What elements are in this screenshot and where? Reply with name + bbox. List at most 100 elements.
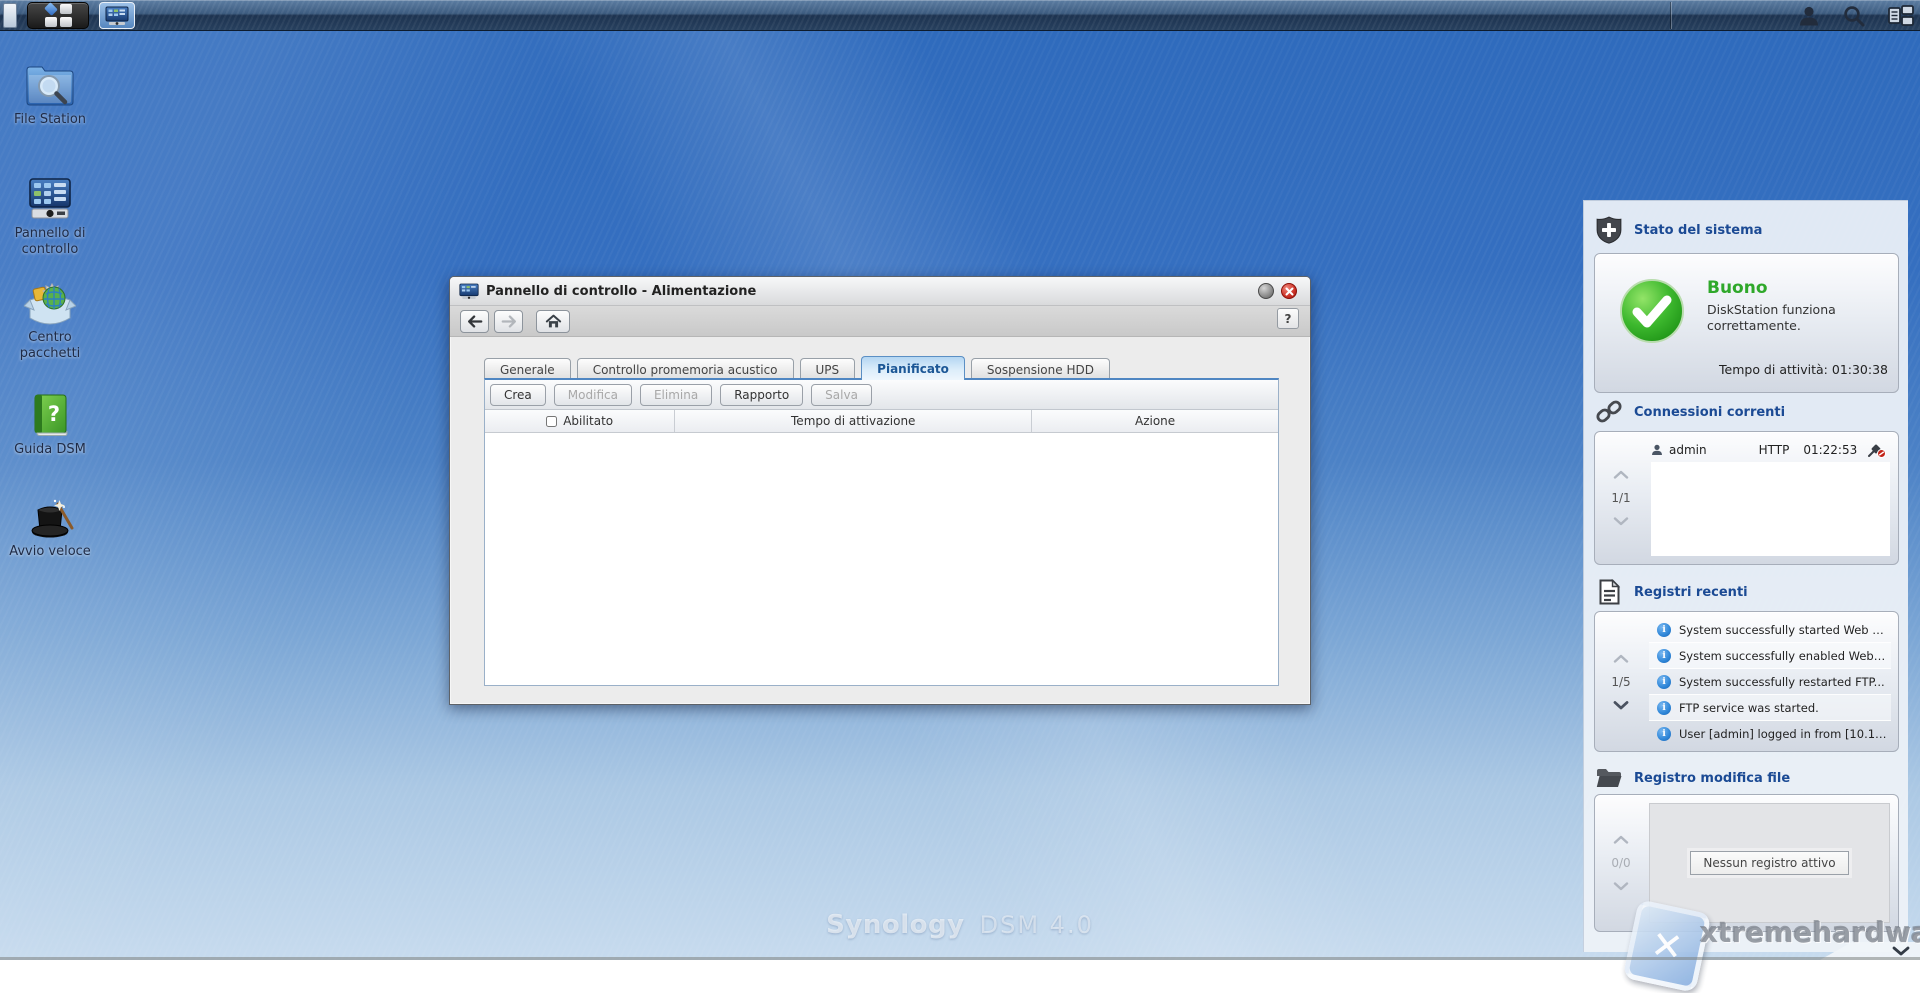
control-panel-window: Pannello di controllo - Alimentazione ? … xyxy=(449,276,1311,705)
dsm-help-icon: ? xyxy=(24,392,76,438)
home-icon xyxy=(545,314,562,329)
desktop-icon-dsm-help[interactable]: ? Guida DSM xyxy=(2,392,98,458)
page-down-icon[interactable] xyxy=(1613,701,1629,710)
tab-controllo-promemoria-acustico[interactable]: Controllo promemoria acustico xyxy=(577,358,794,380)
log-row: i System successfully started Web St... xyxy=(1649,617,1891,643)
page-up-icon[interactable] xyxy=(1613,835,1629,844)
window-nav-bar xyxy=(450,306,1310,337)
desktop-icon-label: File Station xyxy=(14,112,86,128)
log-row: i System successfully restarted FTP... xyxy=(1649,669,1891,695)
page-down-icon[interactable] xyxy=(1613,517,1629,526)
health-description: DiskStation funziona correttamente. xyxy=(1707,302,1877,335)
info-icon: i xyxy=(1657,701,1671,715)
forward-arrow-icon xyxy=(501,315,517,328)
page-up-icon[interactable] xyxy=(1613,654,1629,663)
forward-button[interactable] xyxy=(494,310,523,333)
schedule-toolbar: Crea Modifica Elimina Rapporto Salva xyxy=(485,380,1278,410)
uptime-text: Tempo di attività: 01:30:38 xyxy=(1719,362,1888,377)
table-header: Abilitato Tempo di attivazione Azione xyxy=(485,410,1278,433)
desktop-icon-label: Centro pacchetti xyxy=(2,330,98,362)
log-row: i System successfully enabled WebD... xyxy=(1649,643,1891,669)
watermark-text: xtremehardware.com xyxy=(1700,916,1920,949)
section-title: Registri recenti xyxy=(1634,585,1748,600)
report-button[interactable]: Rapporto xyxy=(720,384,803,406)
page-down-icon[interactable] xyxy=(1613,882,1629,891)
column-header-tempo-di-attivazione[interactable]: Tempo di attivazione xyxy=(675,410,1032,432)
save-button[interactable]: Salva xyxy=(811,384,872,406)
health-status: Buono xyxy=(1707,278,1877,298)
pilot-view-icon[interactable] xyxy=(1888,5,1914,27)
system-health-box: Buono DiskStation funziona correttamente… xyxy=(1594,253,1899,393)
info-icon: i xyxy=(1657,623,1671,637)
column-header-abilitato[interactable]: Abilitato xyxy=(485,410,675,432)
close-icon xyxy=(1285,287,1294,296)
select-all-checkbox[interactable] xyxy=(546,416,557,427)
window-titlebar[interactable]: Pannello di controllo - Alimentazione xyxy=(450,277,1310,306)
help-button[interactable]: ? xyxy=(1277,308,1299,329)
create-button[interactable]: Crea xyxy=(490,384,546,406)
file-change-log-header: Registro modifica file xyxy=(1584,763,1908,793)
page-count: 1/5 xyxy=(1611,675,1630,689)
system-health-header: Stato del sistema xyxy=(1584,215,1908,245)
recent-logs-list: i System successfully started Web St... … xyxy=(1649,617,1891,746)
no-active-log-label: Nessun registro attivo xyxy=(1690,851,1848,875)
user-small-icon xyxy=(1651,444,1663,456)
desktop-icon-file-station[interactable]: File Station xyxy=(2,62,98,128)
desktop-icon-label: Pannello di controllo xyxy=(2,226,98,258)
info-icon: i xyxy=(1657,649,1671,663)
desktop-icon-quick-start[interactable]: Avvio veloce xyxy=(2,494,98,560)
chain-link-icon xyxy=(1596,399,1622,425)
delete-button[interactable]: Elimina xyxy=(640,384,712,406)
dsm-wordmark: Synology DSM 4.0 xyxy=(826,910,1094,940)
taskbar xyxy=(0,0,1920,31)
show-desktop-button[interactable] xyxy=(3,3,17,28)
status-ok-icon xyxy=(1619,278,1685,344)
connections-box: 1/1 admin HTTP 01:22:53 xyxy=(1594,431,1899,565)
watermark-logo: ✕ xyxy=(1622,899,1711,993)
connection-user: admin xyxy=(1669,443,1707,457)
control-panel-icon xyxy=(24,176,76,222)
connection-time: 01:22:53 xyxy=(1803,443,1857,457)
search-icon[interactable] xyxy=(1842,4,1866,28)
health-shield-icon xyxy=(1596,216,1622,244)
product-version: DSM 4.0 xyxy=(980,911,1094,939)
connections-list: admin HTTP 01:22:53 xyxy=(1651,438,1890,556)
tab-ups[interactable]: UPS xyxy=(800,358,856,380)
section-title: Stato del sistema xyxy=(1634,223,1762,238)
recent-logs-box: 1/5 i System successfully started Web St… xyxy=(1594,611,1899,752)
log-row: i FTP service was started. xyxy=(1649,695,1891,721)
main-menu-button[interactable] xyxy=(27,2,89,29)
window-icon xyxy=(459,283,479,300)
section-title: Connessioni correnti xyxy=(1634,405,1785,420)
user-icon[interactable] xyxy=(1798,5,1820,27)
page-up-icon[interactable] xyxy=(1613,470,1629,479)
file-change-log-empty-area: Nessun registro attivo xyxy=(1649,803,1890,923)
log-row: i User [admin] logged in from [10.16... xyxy=(1649,721,1891,746)
desktop-icon-package-center[interactable]: Centro pacchetti xyxy=(2,280,98,362)
tab-strip: Generale Controllo promemoria acustico U… xyxy=(484,356,1110,380)
page-count: 1/1 xyxy=(1611,491,1630,505)
table-body-empty xyxy=(485,433,1278,685)
minimize-button[interactable] xyxy=(1258,283,1274,299)
svg-text:?: ? xyxy=(48,402,60,426)
tab-sospensione-hdd[interactable]: Sospensione HDD xyxy=(971,358,1110,380)
home-button[interactable] xyxy=(536,310,570,333)
back-button[interactable] xyxy=(460,310,489,333)
connections-header: Connessioni correnti xyxy=(1584,397,1908,427)
desktop-icon-control-panel[interactable]: Pannello di controllo xyxy=(2,176,98,258)
edit-button[interactable]: Modifica xyxy=(554,384,632,406)
connections-empty-area xyxy=(1651,462,1890,556)
info-icon: i xyxy=(1657,727,1671,741)
taskbar-item-control-panel[interactable] xyxy=(99,2,135,29)
log-document-icon xyxy=(1597,579,1621,605)
section-title: Registro modifica file xyxy=(1634,771,1790,786)
disconnect-icon[interactable] xyxy=(1867,443,1886,458)
column-header-azione[interactable]: Azione xyxy=(1032,410,1278,432)
close-button[interactable] xyxy=(1281,283,1297,299)
tab-pianificato[interactable]: Pianificato xyxy=(861,356,965,380)
connection-row: admin HTTP 01:22:53 xyxy=(1651,438,1890,462)
pilot-view-panel: Stato del sistema Buono DiskStation funz… xyxy=(1583,200,1908,952)
connection-protocol: HTTP xyxy=(1759,443,1790,457)
info-icon: i xyxy=(1657,675,1671,689)
tab-generale[interactable]: Generale xyxy=(484,358,571,380)
